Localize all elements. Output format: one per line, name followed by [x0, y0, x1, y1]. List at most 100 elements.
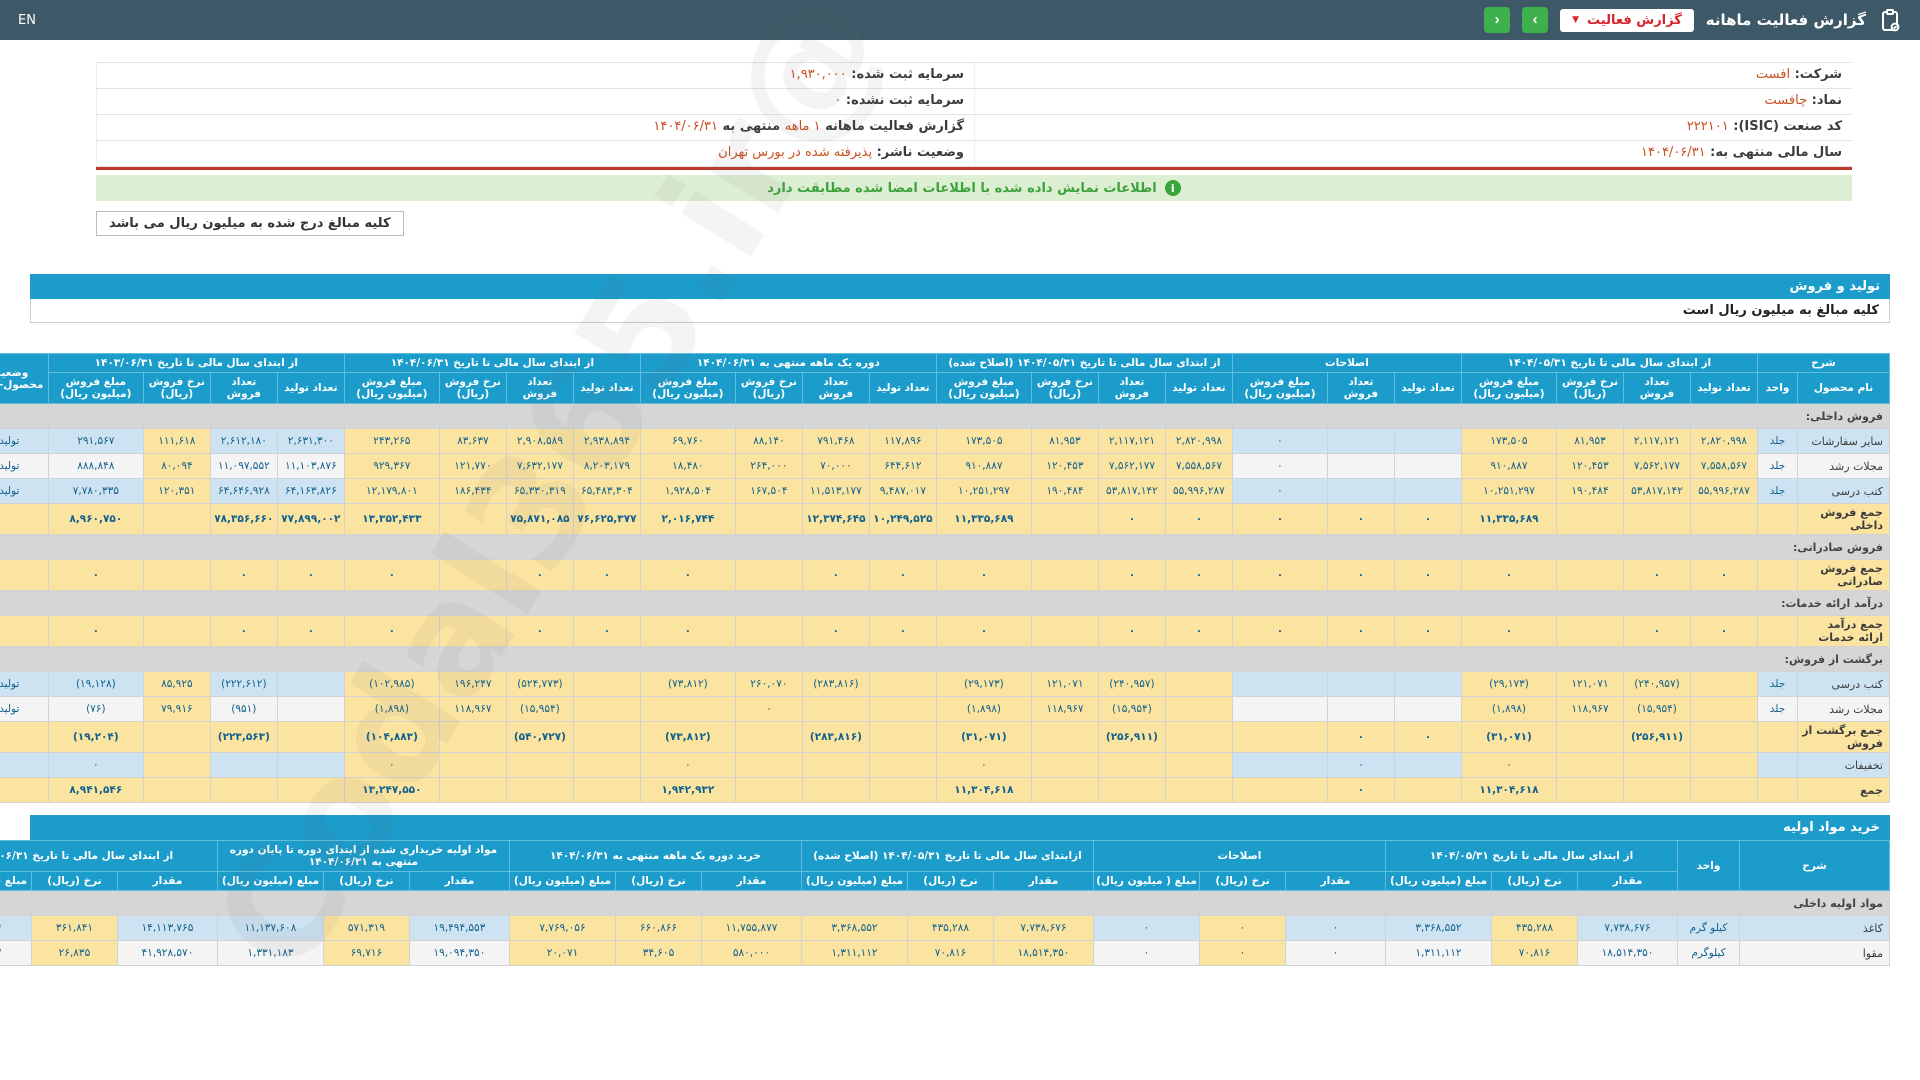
value-cell: ۱۱۱,۶۱۸: [142, 428, 211, 454]
info-row: وضعیت ناشر: پذیرفته شده در بورس تهران: [96, 141, 974, 167]
value-cell: ۲۶,۸۳۵: [30, 940, 118, 966]
value-cell: [276, 403, 345, 429]
value-cell: [1623, 403, 1691, 429]
column-header: تعداد تولید: [276, 372, 345, 404]
value-cell: [1326, 590, 1395, 616]
value-cell: ۱۸,۵۱۴,۳۵۰: [1577, 940, 1678, 966]
value-cell: ۷۰,۰۰۰: [801, 453, 870, 479]
value-cell: [639, 403, 736, 429]
value-cell: [572, 721, 641, 753]
value-cell: [868, 696, 937, 722]
value-cell: [438, 777, 507, 803]
value-cell: ۳۴,۶۰۵: [614, 940, 702, 966]
value-cell: ۰: [209, 559, 278, 591]
column-header: نرخ (ریال): [322, 871, 410, 891]
value-cell: [1326, 403, 1395, 429]
value-cell: [868, 721, 937, 753]
value-cell: کیلو گرم: [1677, 915, 1740, 941]
column-header: مبلغ فروش (میلیون ریال): [1460, 372, 1558, 404]
company-info-left-column: سرمایه ثبت شده: ۱,۹۳۰,۰۰۰ سرمایه ثبت نشده…: [96, 63, 974, 167]
value-cell: [209, 752, 278, 778]
report-type-dropdown[interactable]: گزارش فعالیت ▼: [1560, 8, 1694, 32]
table-row-مجلات رشد: مجلات رشد جلد ۷,۵۵۸,۵۶۷ ۷,۵۶۲,۱۷۷ ۱۲۰,۴۵۳ ۹۱۰…: [0, 453, 1890, 479]
info-value: ۱,۹۳۰,۰۰۰: [789, 67, 847, 82]
value-cell: [1097, 590, 1166, 616]
value-cell: ۲,۰۱۶,۷۴۴: [639, 503, 736, 535]
info-value: ۲۲۲۱۰۱: [1686, 119, 1729, 134]
value-cell: [1097, 646, 1166, 672]
language-toggle[interactable]: EN: [18, 13, 36, 28]
value-cell: (۱۵,۹۵۴): [1097, 696, 1166, 722]
value-cell: ۶۵,۳۳۰,۳۱۹: [505, 478, 574, 504]
value-cell: ۰: [1393, 559, 1462, 591]
value-cell: [1690, 671, 1758, 697]
value-cell: [935, 646, 1032, 672]
value-cell: ۹۱۰,۸۸۷: [935, 453, 1032, 479]
value-cell: ۱۱۷,۸۹۶: [868, 428, 937, 454]
value-cell: ۰: [1460, 615, 1558, 647]
next-report-button[interactable]: ›: [1522, 7, 1549, 33]
value-cell: [276, 721, 345, 753]
value-cell: [1690, 696, 1758, 722]
value-cell: ۵,۱۰۶,۹۴۴: [0, 915, 32, 941]
value-cell: (۳۱,۰۷۱): [935, 721, 1032, 753]
value-cell: ۰: [343, 752, 440, 778]
value-cell: ۱۹۰,۴۸۴: [1556, 478, 1624, 504]
value-cell: ۷,۵۶۲,۱۷۷: [1623, 453, 1691, 479]
column-header: مبلغ فروش (میلیون ریال): [639, 372, 736, 404]
top-bar-right: گزارش فعالیت ماهانه گزارش فعالیت ▼ › ‹: [1484, 7, 1902, 33]
column-header: تعداد تولید: [868, 372, 937, 404]
row-label-cell: جمع برگشت از فروش: [1797, 721, 1890, 753]
value-cell: ۱۱,۱۳۷,۶۰۸: [216, 915, 324, 941]
value-cell: ۱۳,۳۵۲,۴۳۳: [343, 503, 440, 535]
value-cell: [209, 777, 278, 803]
value-cell: ۱۶۷,۵۰۴: [734, 478, 803, 504]
value-cell: [1393, 478, 1462, 504]
value-cell: ۸,۹۴۱,۵۴۶: [47, 777, 144, 803]
value-cell: [734, 777, 803, 803]
column-header: اصلاحات: [1092, 840, 1387, 872]
value-cell: ۷,۵۵۸,۵۶۷: [1690, 453, 1758, 479]
value-cell: ۲۰,۰۷۱: [508, 940, 616, 966]
value-cell: [1164, 777, 1233, 803]
value-cell: ۰: [1393, 615, 1462, 647]
value-cell: ۲۶۴,۰۰۰: [734, 453, 803, 479]
value-cell: ۰: [1326, 559, 1395, 591]
value-cell: [142, 646, 211, 672]
value-cell: ۷۹,۹۱۶: [142, 696, 211, 722]
value-cell: ۱۱,۱۰۳,۸۷۶: [276, 453, 345, 479]
column-header: از ابتدای سال مالی تا تاریخ ۱۴۰۳/۰۶/۳۱: [47, 353, 345, 373]
column-header: واحد: [1677, 840, 1740, 891]
row-label-cell: جمع فروش داخلی: [1797, 503, 1890, 535]
value-cell: (۱۹,۱۲۸): [47, 671, 144, 697]
value-cell: ۰: [935, 752, 1032, 778]
value-cell: ۷۸,۳۵۶,۶۶۰: [209, 503, 278, 535]
value-cell: [438, 503, 507, 535]
value-cell: ۱۲۱,۰۷۱: [1030, 671, 1099, 697]
column-header: نرخ (ریال): [1491, 871, 1578, 891]
value-cell: (۱۵,۹۵۴): [1623, 696, 1691, 722]
value-cell: [1690, 503, 1758, 535]
value-cell: [1556, 646, 1624, 672]
value-cell: ۷۹۱,۴۶۸: [801, 428, 870, 454]
value-cell: [0, 503, 49, 535]
value-cell: [438, 646, 507, 672]
value-cell: [1690, 721, 1758, 753]
column-header: نرخ فروش (ریال): [142, 372, 211, 404]
value-cell: [1577, 890, 1678, 916]
value-cell: [1231, 671, 1328, 697]
value-cell: [276, 671, 345, 697]
value-cell: ۶۵,۴۸۳,۳۰۴: [572, 478, 641, 504]
value-cell: [1199, 890, 1286, 916]
value-cell: [734, 403, 803, 429]
previous-report-button[interactable]: ‹: [1484, 7, 1511, 33]
value-cell: جلد: [1757, 428, 1798, 454]
row-label-cell: کاغذ: [1739, 915, 1890, 941]
value-cell: ۰: [639, 559, 736, 591]
value-cell: (۱۹,۲۰۴): [47, 721, 144, 753]
value-cell: [1393, 534, 1462, 560]
value-cell: (۹۵۱): [209, 696, 278, 722]
value-cell: [438, 615, 507, 647]
value-cell: [1690, 534, 1758, 560]
row-label-cell: فروش داخلی:: [1757, 403, 1890, 429]
